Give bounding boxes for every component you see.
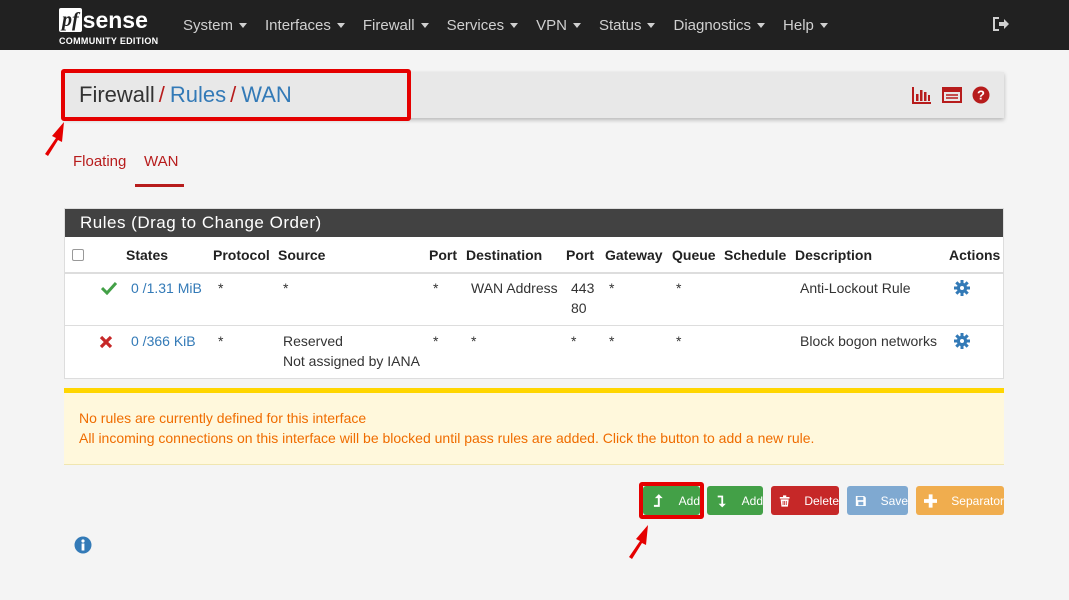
breadcrumb-highlight-box xyxy=(61,69,411,121)
rule-protocol: * xyxy=(218,280,224,296)
separator-button[interactable]: Separator xyxy=(916,486,1004,515)
header-queue[interactable]: Queue xyxy=(672,247,716,263)
header-divider xyxy=(65,272,1003,274)
active-tab-indicator xyxy=(135,184,184,187)
plus-icon xyxy=(924,493,938,508)
rule-gateway: * xyxy=(609,280,615,296)
sign-out-icon[interactable] xyxy=(991,16,1009,32)
rule-source-port: * xyxy=(433,280,439,296)
logo-pf-text: pf xyxy=(59,8,82,32)
floppy-disk-icon xyxy=(855,495,866,506)
rule-states-link[interactable]: 0 /366 KiB xyxy=(131,331,196,351)
header-actions: Actions xyxy=(949,247,1001,263)
page-actions: ? xyxy=(912,86,990,104)
svg-text:?: ? xyxy=(977,88,985,103)
caret-down-icon xyxy=(336,22,345,28)
add-bottom-label: Add xyxy=(741,493,763,508)
info-circle-icon[interactable] xyxy=(74,536,92,554)
logo-sense-text: sense xyxy=(82,7,148,33)
menu-vpn-label: VPN xyxy=(536,16,567,34)
pointer-arrow-icon xyxy=(45,122,64,156)
row-divider xyxy=(65,325,1003,326)
save-label: Save xyxy=(880,493,908,508)
menu-diagnostics[interactable]: Diagnostics xyxy=(673,16,766,34)
caret-down-icon xyxy=(819,22,828,28)
alert-message: All incoming connections on this interfa… xyxy=(79,430,815,446)
menu-help-label: Help xyxy=(783,16,814,34)
caret-down-icon xyxy=(510,22,519,28)
rules-panel: Rules (Drag to Change Order) States Prot… xyxy=(64,208,1004,379)
caret-down-icon xyxy=(420,22,429,28)
rule-queue: * xyxy=(676,333,682,349)
menu-status-label: Status xyxy=(598,16,642,34)
top-navbar: pf sense COMMUNITY EDITION System Interf… xyxy=(0,0,1069,50)
rule-dest-port-2: 80 xyxy=(571,300,587,316)
rule-source: Reserved xyxy=(283,333,343,349)
table-icon[interactable] xyxy=(942,86,962,104)
menu-help[interactable]: Help xyxy=(783,17,828,34)
menu-services-label: Services xyxy=(446,16,505,34)
pointer-arrow-icon xyxy=(629,525,648,559)
arrow-down-icon xyxy=(717,495,726,507)
rule-source-detail: Not assigned by IANA xyxy=(283,353,420,369)
header-gateway[interactable]: Gateway xyxy=(605,247,663,263)
header-states[interactable]: States xyxy=(126,247,168,263)
alert-title: No rules are currently defined for this … xyxy=(79,410,367,426)
rule-description: Anti-Lockout Rule xyxy=(800,280,911,296)
rule-protocol: * xyxy=(218,333,224,349)
question-circle-icon[interactable]: ? xyxy=(972,86,990,104)
save-button[interactable]: Save xyxy=(847,486,908,515)
rule-queue: * xyxy=(676,280,682,296)
menu-system-label: System xyxy=(183,16,234,34)
rule-destination: WAN Address xyxy=(471,280,558,296)
caret-down-icon xyxy=(239,22,248,28)
rule-gateway: * xyxy=(609,333,615,349)
no-rules-alert: No rules are currently defined for this … xyxy=(64,388,1004,465)
header-protocol[interactable]: Protocol xyxy=(213,247,270,263)
tab-floating[interactable]: Floating xyxy=(73,153,126,170)
pfsense-logo[interactable]: pf sense COMMUNITY EDITION xyxy=(59,6,167,46)
rule-dest-port: 443 xyxy=(571,280,595,296)
rule-dest-port: * xyxy=(571,333,577,349)
caret-down-icon xyxy=(572,22,581,28)
caret-down-icon xyxy=(647,22,656,28)
panel-title: Rules (Drag to Change Order) xyxy=(65,209,1003,237)
select-all-checkbox[interactable] xyxy=(72,249,84,261)
gear-icon[interactable] xyxy=(954,333,970,349)
menu-firewall[interactable]: Firewall xyxy=(363,17,429,34)
add-rule-bottom-button[interactable]: Add xyxy=(707,486,763,515)
header-port-dest[interactable]: Port xyxy=(566,247,594,263)
header-port[interactable]: Port xyxy=(429,247,457,263)
header-schedule[interactable]: Schedule xyxy=(724,247,786,263)
rule-source: * xyxy=(283,280,289,296)
bar-chart-icon[interactable] xyxy=(912,86,932,104)
menu-system[interactable]: System xyxy=(183,16,248,34)
header-destination[interactable]: Destination xyxy=(466,247,542,263)
menu-status[interactable]: Status xyxy=(599,17,656,34)
menu-vpn[interactable]: VPN xyxy=(536,17,581,34)
menu-diagnostics-label: Diagnostics xyxy=(673,16,752,34)
rule-source-port: * xyxy=(433,333,439,349)
gear-icon[interactable] xyxy=(954,280,970,296)
trash-icon xyxy=(779,494,790,507)
main-menu: System Interfaces Firewall Services VPN … xyxy=(183,0,846,50)
delete-label: Delete xyxy=(804,493,839,508)
separator-label: Separator xyxy=(951,493,1004,508)
rule-destination: * xyxy=(471,333,477,349)
delete-button[interactable]: Delete xyxy=(771,486,839,515)
logo-edition-text: COMMUNITY EDITION xyxy=(59,36,159,46)
menu-services[interactable]: Services xyxy=(447,17,519,34)
rule-states-link[interactable]: 0 /1.31 MiB xyxy=(131,278,202,298)
menu-interfaces-label: Interfaces xyxy=(265,16,331,34)
times-icon xyxy=(99,335,113,349)
tab-wan[interactable]: WAN xyxy=(144,153,178,170)
check-icon xyxy=(101,281,117,295)
header-description[interactable]: Description xyxy=(795,247,872,263)
add-button-highlight-box xyxy=(639,482,704,519)
header-source[interactable]: Source xyxy=(278,247,325,263)
menu-firewall-label: Firewall xyxy=(362,16,415,34)
menu-interfaces[interactable]: Interfaces xyxy=(265,17,345,34)
rule-description: Block bogon networks xyxy=(800,333,937,349)
caret-down-icon xyxy=(757,22,766,28)
